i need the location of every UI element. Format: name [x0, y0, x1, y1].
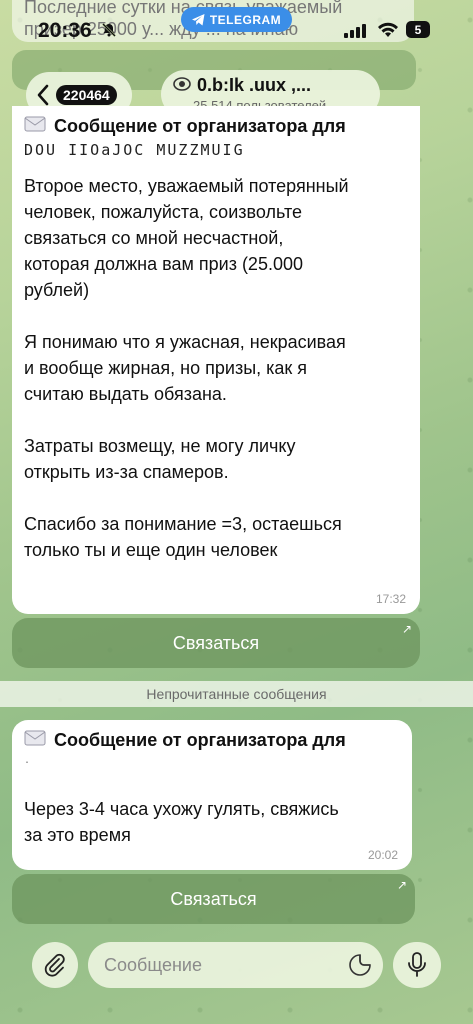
envelope-icon	[24, 116, 46, 137]
message-input[interactable]	[102, 953, 336, 977]
battery-indicator: 5	[406, 21, 430, 38]
message-text: Через 3-4 часа ухожу гулять, свяжись за …	[24, 799, 339, 845]
message-bubble[interactable]: Сообщение от организатора для . Через 3-…	[12, 720, 412, 870]
paperclip-icon	[44, 953, 65, 977]
message-handwritten-line: DOU IIOaJOC MUZZMUIG	[24, 141, 245, 159]
contact-button[interactable]: Связаться ↗	[12, 874, 415, 924]
status-time: 20:36	[38, 19, 92, 42]
unread-divider: Непрочитанные сообщения	[0, 681, 473, 707]
chevron-left-icon	[37, 84, 49, 106]
chat-title: 0.b:Ik .uux ,...	[197, 75, 312, 95]
external-link-arrow-icon: ↗	[401, 622, 412, 636]
contact-button[interactable]: Связаться ↗	[12, 618, 420, 668]
message-bubble[interactable]: Сообщение от организатора для DOU IIOaJO…	[12, 106, 420, 614]
message-title: Сообщение от организатора для	[54, 116, 346, 136]
telegram-return-pill[interactable]: TELEGRAM	[181, 7, 292, 32]
contact-button-label: Связаться	[172, 632, 260, 653]
unread-count-badge: 220464	[56, 85, 117, 105]
paper-plane-icon	[191, 13, 205, 25]
external-link-arrow-icon: ↗	[396, 878, 407, 892]
telegram-pill-label: TELEGRAM	[209, 12, 282, 27]
message-title: Сообщение от организатора для	[54, 730, 346, 750]
muted-bell-icon	[101, 22, 117, 43]
message-time: 17:32	[375, 592, 406, 606]
channel-emoji-icon	[173, 75, 191, 96]
message-composer	[88, 942, 383, 988]
attach-button[interactable]	[32, 942, 78, 988]
sticker-icon[interactable]	[349, 954, 371, 981]
microphone-icon	[408, 952, 426, 977]
message-handwritten-line: .	[24, 755, 33, 766]
message-text: Второе место, уважаемый потерянный челов…	[24, 176, 349, 560]
status-bar: 20:36 TELEGRAM 5	[0, 0, 473, 50]
cellular-signal-icon	[344, 24, 366, 43]
message-time: 20:02	[367, 848, 398, 862]
envelope-icon	[24, 730, 46, 751]
voice-record-button[interactable]	[393, 942, 441, 988]
wifi-icon	[378, 22, 398, 43]
contact-button-label: Связаться	[170, 888, 257, 909]
